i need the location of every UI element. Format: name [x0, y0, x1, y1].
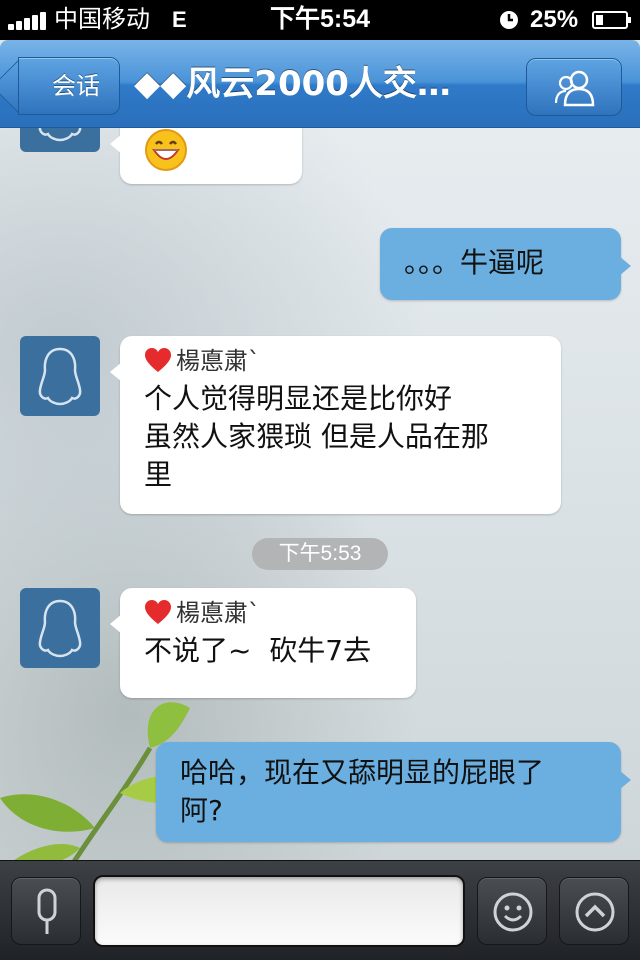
sender-name: 楊悳粛`	[176, 347, 260, 375]
back-button[interactable]: 会话	[18, 57, 120, 115]
sender-name-row: 楊悳粛`	[144, 346, 541, 376]
sender-avatar[interactable]	[20, 336, 100, 416]
more-options-button[interactable]	[559, 877, 629, 945]
message-bubble-incoming[interactable]: 楊悳粛` 个人觉得明显还是比你好 虽然人家猥琐 但是人品在那 里	[110, 336, 561, 514]
sender-avatar[interactable]	[20, 128, 100, 152]
penguin-avatar-icon	[38, 128, 82, 142]
penguin-avatar-icon	[38, 347, 82, 406]
chat-title: ◆◆风云2000人交…	[134, 64, 451, 104]
grinning-face-icon	[145, 129, 187, 171]
message-text-line: 虽然人家猥琐 但是人品在那	[144, 420, 489, 453]
microphone-icon	[37, 888, 57, 934]
heart-icon	[145, 600, 171, 624]
message-bubble-incoming[interactable]: 楊悳粛` 不说了~ 砍牛7去	[110, 588, 416, 698]
smiley-icon	[493, 892, 533, 932]
message-text: 。。。牛逼呢	[404, 246, 545, 279]
timestamp-badge: 下午5:53	[252, 538, 388, 570]
message-text-line: 里	[144, 458, 173, 491]
message-bubble-incoming[interactable]	[110, 128, 302, 184]
message-input-bar	[0, 860, 640, 960]
message-bubble-outgoing[interactable]: 。。。牛逼呢	[380, 228, 631, 300]
navigation-bar: 会话 ◆◆风云2000人交…	[0, 40, 640, 128]
chevron-up-icon	[575, 892, 615, 932]
message-text-line: 阿?	[180, 794, 223, 827]
message-input-field[interactable]	[93, 875, 465, 947]
message-bubble-outgoing[interactable]: 哈哈，现在又舔明显的屁眼了 阿?	[156, 742, 631, 842]
message-text: 不说了~ 砍牛7去	[144, 634, 372, 667]
voice-input-button[interactable]	[11, 877, 81, 945]
message-text-line: 哈哈，现在又舔明显的屁眼了	[180, 756, 545, 789]
penguin-avatar-icon	[38, 599, 82, 658]
sender-avatar[interactable]	[20, 588, 100, 668]
emoji-button[interactable]	[477, 877, 547, 945]
status-bar: 中国移动 E 下午5:54 25%	[0, 0, 640, 40]
alarm-clock-icon	[500, 11, 518, 29]
chat-message-list[interactable]: 。。。牛逼呢 楊悳粛` 个人觉得明显还是比你好 虽然人家猥琐 但是人品在那 里 …	[0, 128, 640, 860]
heart-icon	[145, 348, 171, 372]
battery-icon	[592, 11, 631, 29]
message-text-line: 个人觉得明显还是比你好	[144, 382, 453, 415]
group-members-button[interactable]	[526, 58, 622, 116]
battery-percentage: 25%	[530, 6, 579, 33]
group-members-icon	[554, 70, 595, 107]
sender-name: 楊悳粛`	[176, 599, 260, 627]
sender-name-row: 楊悳粛`	[144, 598, 398, 628]
